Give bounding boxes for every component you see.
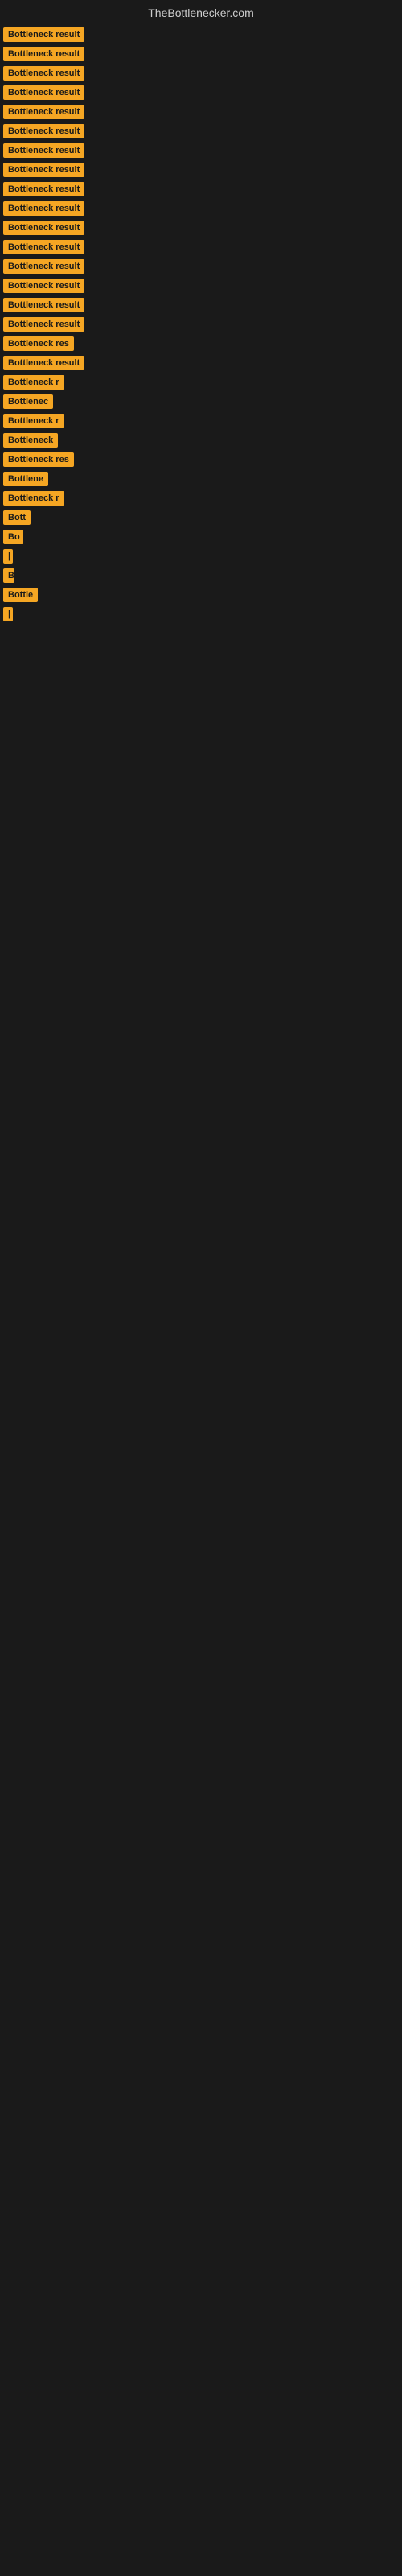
bottleneck-badge[interactable]: Bottle	[3, 588, 38, 602]
list-item[interactable]: Bo	[3, 530, 399, 544]
bottleneck-badge[interactable]: Bo	[3, 530, 23, 544]
bottleneck-badge[interactable]: Bottleneck result	[3, 201, 84, 216]
bottleneck-badge[interactable]: Bottleneck result	[3, 143, 84, 158]
bottleneck-badge[interactable]: Bottleneck result	[3, 66, 84, 80]
bottleneck-badge[interactable]: Bottleneck res	[3, 336, 74, 351]
list-item[interactable]: Bottleneck result	[3, 143, 399, 158]
bottleneck-badge[interactable]: Bottleneck result	[3, 279, 84, 293]
list-item[interactable]: Bottle	[3, 588, 399, 602]
list-item[interactable]: B	[3, 568, 399, 583]
list-item[interactable]: Bottlenec	[3, 394, 399, 409]
bottleneck-badge[interactable]: Bottleneck	[3, 433, 58, 448]
bottleneck-badge[interactable]: Bottleneck result	[3, 27, 84, 42]
list-item[interactable]: Bott	[3, 510, 399, 525]
list-item[interactable]: Bottleneck result	[3, 66, 399, 80]
list-item[interactable]: Bottleneck result	[3, 298, 399, 312]
list-item[interactable]: Bottleneck result	[3, 163, 399, 177]
bottleneck-badge[interactable]: Bottleneck result	[3, 124, 84, 138]
bottleneck-badge[interactable]: Bottleneck result	[3, 317, 84, 332]
list-item[interactable]: Bottleneck result	[3, 279, 399, 293]
bottleneck-badge[interactable]: Bott	[3, 510, 31, 525]
site-title: TheBottlenecker.com	[0, 0, 402, 23]
list-item[interactable]: Bottleneck result	[3, 240, 399, 254]
list-item[interactable]: Bottleneck r	[3, 375, 399, 390]
bottleneck-badge[interactable]: Bottleneck result	[3, 182, 84, 196]
bottleneck-badge[interactable]: Bottleneck result	[3, 85, 84, 100]
list-item[interactable]: Bottleneck result	[3, 124, 399, 138]
list-item[interactable]: Bottleneck res	[3, 336, 399, 351]
list-item[interactable]: Bottleneck result	[3, 85, 399, 100]
list-item[interactable]: Bottleneck result	[3, 317, 399, 332]
list-item[interactable]: Bottleneck res	[3, 452, 399, 467]
list-item[interactable]: Bottleneck result	[3, 201, 399, 216]
list-item[interactable]: |	[3, 549, 399, 564]
bottleneck-badge[interactable]: |	[3, 607, 13, 621]
bottleneck-badge[interactable]: Bottleneck result	[3, 47, 84, 61]
list-item[interactable]: Bottleneck	[3, 433, 399, 448]
bottleneck-badge[interactable]: Bottlene	[3, 472, 48, 486]
list-item[interactable]: Bottleneck result	[3, 47, 399, 61]
bottleneck-badge[interactable]: Bottleneck result	[3, 105, 84, 119]
bottleneck-badge[interactable]: Bottleneck r	[3, 414, 64, 428]
list-item[interactable]: Bottleneck result	[3, 27, 399, 42]
list-item[interactable]: Bottleneck result	[3, 356, 399, 370]
bottleneck-badge[interactable]: |	[3, 549, 13, 564]
list-item[interactable]: Bottleneck result	[3, 105, 399, 119]
list-item[interactable]: Bottlene	[3, 472, 399, 486]
bottleneck-badge[interactable]: Bottleneck result	[3, 356, 84, 370]
bottleneck-badge[interactable]: Bottleneck res	[3, 452, 74, 467]
bottleneck-badge[interactable]: Bottleneck result	[3, 240, 84, 254]
bottleneck-badge[interactable]: Bottleneck result	[3, 163, 84, 177]
list-item[interactable]: Bottleneck result	[3, 221, 399, 235]
bottleneck-badge[interactable]: Bottleneck result	[3, 259, 84, 274]
bottleneck-badge[interactable]: Bottleneck result	[3, 298, 84, 312]
bottleneck-badge[interactable]: Bottleneck r	[3, 375, 64, 390]
bottleneck-badge[interactable]: Bottleneck result	[3, 221, 84, 235]
bottleneck-badge[interactable]: B	[3, 568, 14, 583]
bottleneck-badge[interactable]: Bottleneck r	[3, 491, 64, 506]
list-item[interactable]: |	[3, 607, 399, 621]
bottleneck-badge[interactable]: Bottlenec	[3, 394, 53, 409]
list-item[interactable]: Bottleneck result	[3, 259, 399, 274]
list-item[interactable]: Bottleneck result	[3, 182, 399, 196]
items-container: Bottleneck result Bottleneck result Bottle…	[0, 27, 402, 621]
list-item[interactable]: Bottleneck r	[3, 414, 399, 428]
list-item[interactable]: Bottleneck r	[3, 491, 399, 506]
